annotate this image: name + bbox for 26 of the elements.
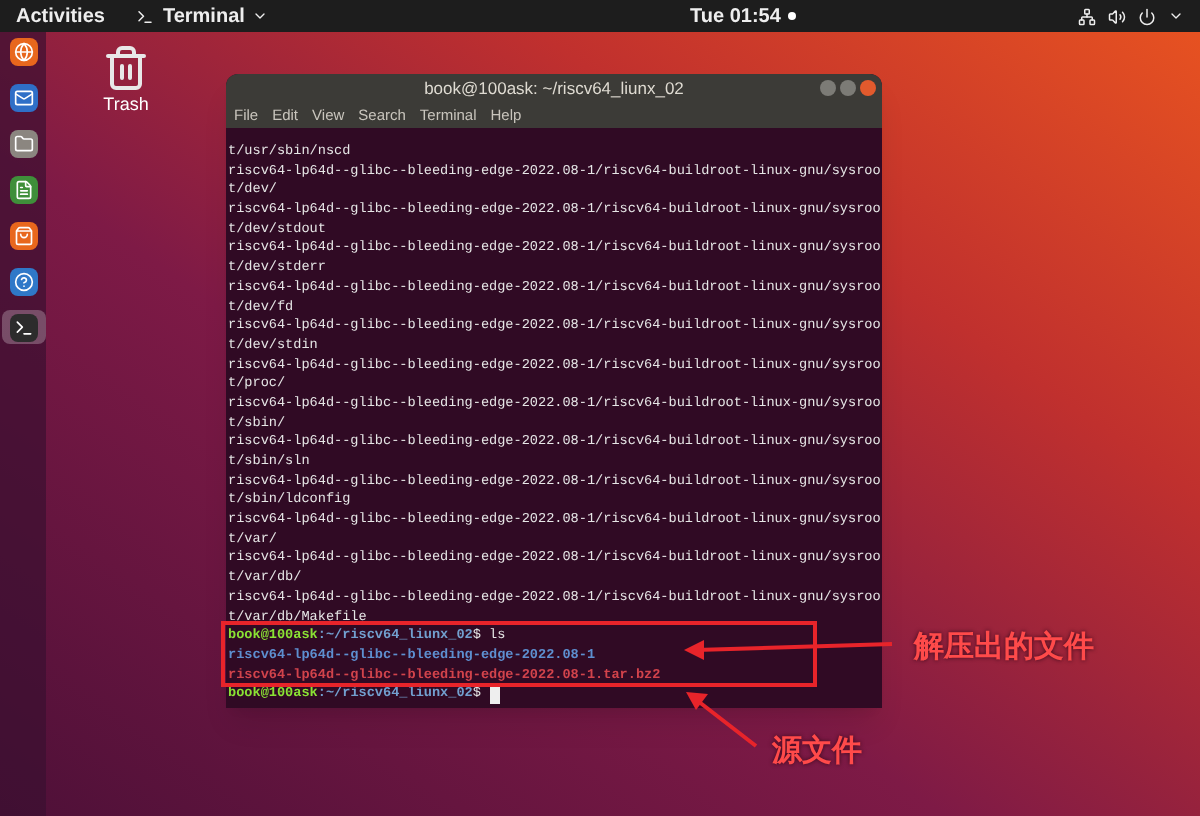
maximize-button[interactable] xyxy=(840,80,856,96)
annotation-label: 源文件 xyxy=(772,732,862,772)
window-title: book@100ask: ~/riscv64_liunx_02 xyxy=(424,76,684,102)
trash-icon[interactable] xyxy=(102,44,150,92)
document-icon xyxy=(13,179,33,199)
globe-icon xyxy=(13,41,33,61)
desktop-icon-label[interactable]: Trash xyxy=(103,92,149,119)
power-icon[interactable] xyxy=(1138,7,1156,25)
app-menu[interactable]: Terminal xyxy=(136,1,269,31)
arrow xyxy=(686,692,758,748)
help-icon xyxy=(13,271,33,291)
annotation-label: 解压出的文件 xyxy=(914,628,1094,668)
dock-item[interactable] xyxy=(1,310,45,344)
volume-icon[interactable] xyxy=(1108,7,1126,25)
close-button[interactable] xyxy=(860,80,876,96)
mail-icon xyxy=(13,87,33,107)
shopping-bag-icon xyxy=(13,225,33,245)
caret-icon[interactable] xyxy=(1168,8,1184,24)
terminal-icon xyxy=(136,7,155,25)
network-icon[interactable] xyxy=(1078,7,1096,25)
folder-icon xyxy=(13,133,33,153)
caret-icon xyxy=(252,8,269,24)
minimize-button[interactable] xyxy=(820,80,836,96)
clock[interactable]: Tue 01:54 xyxy=(690,1,781,31)
terminal-icon xyxy=(13,317,33,337)
activities-button[interactable]: Activities xyxy=(16,1,105,31)
